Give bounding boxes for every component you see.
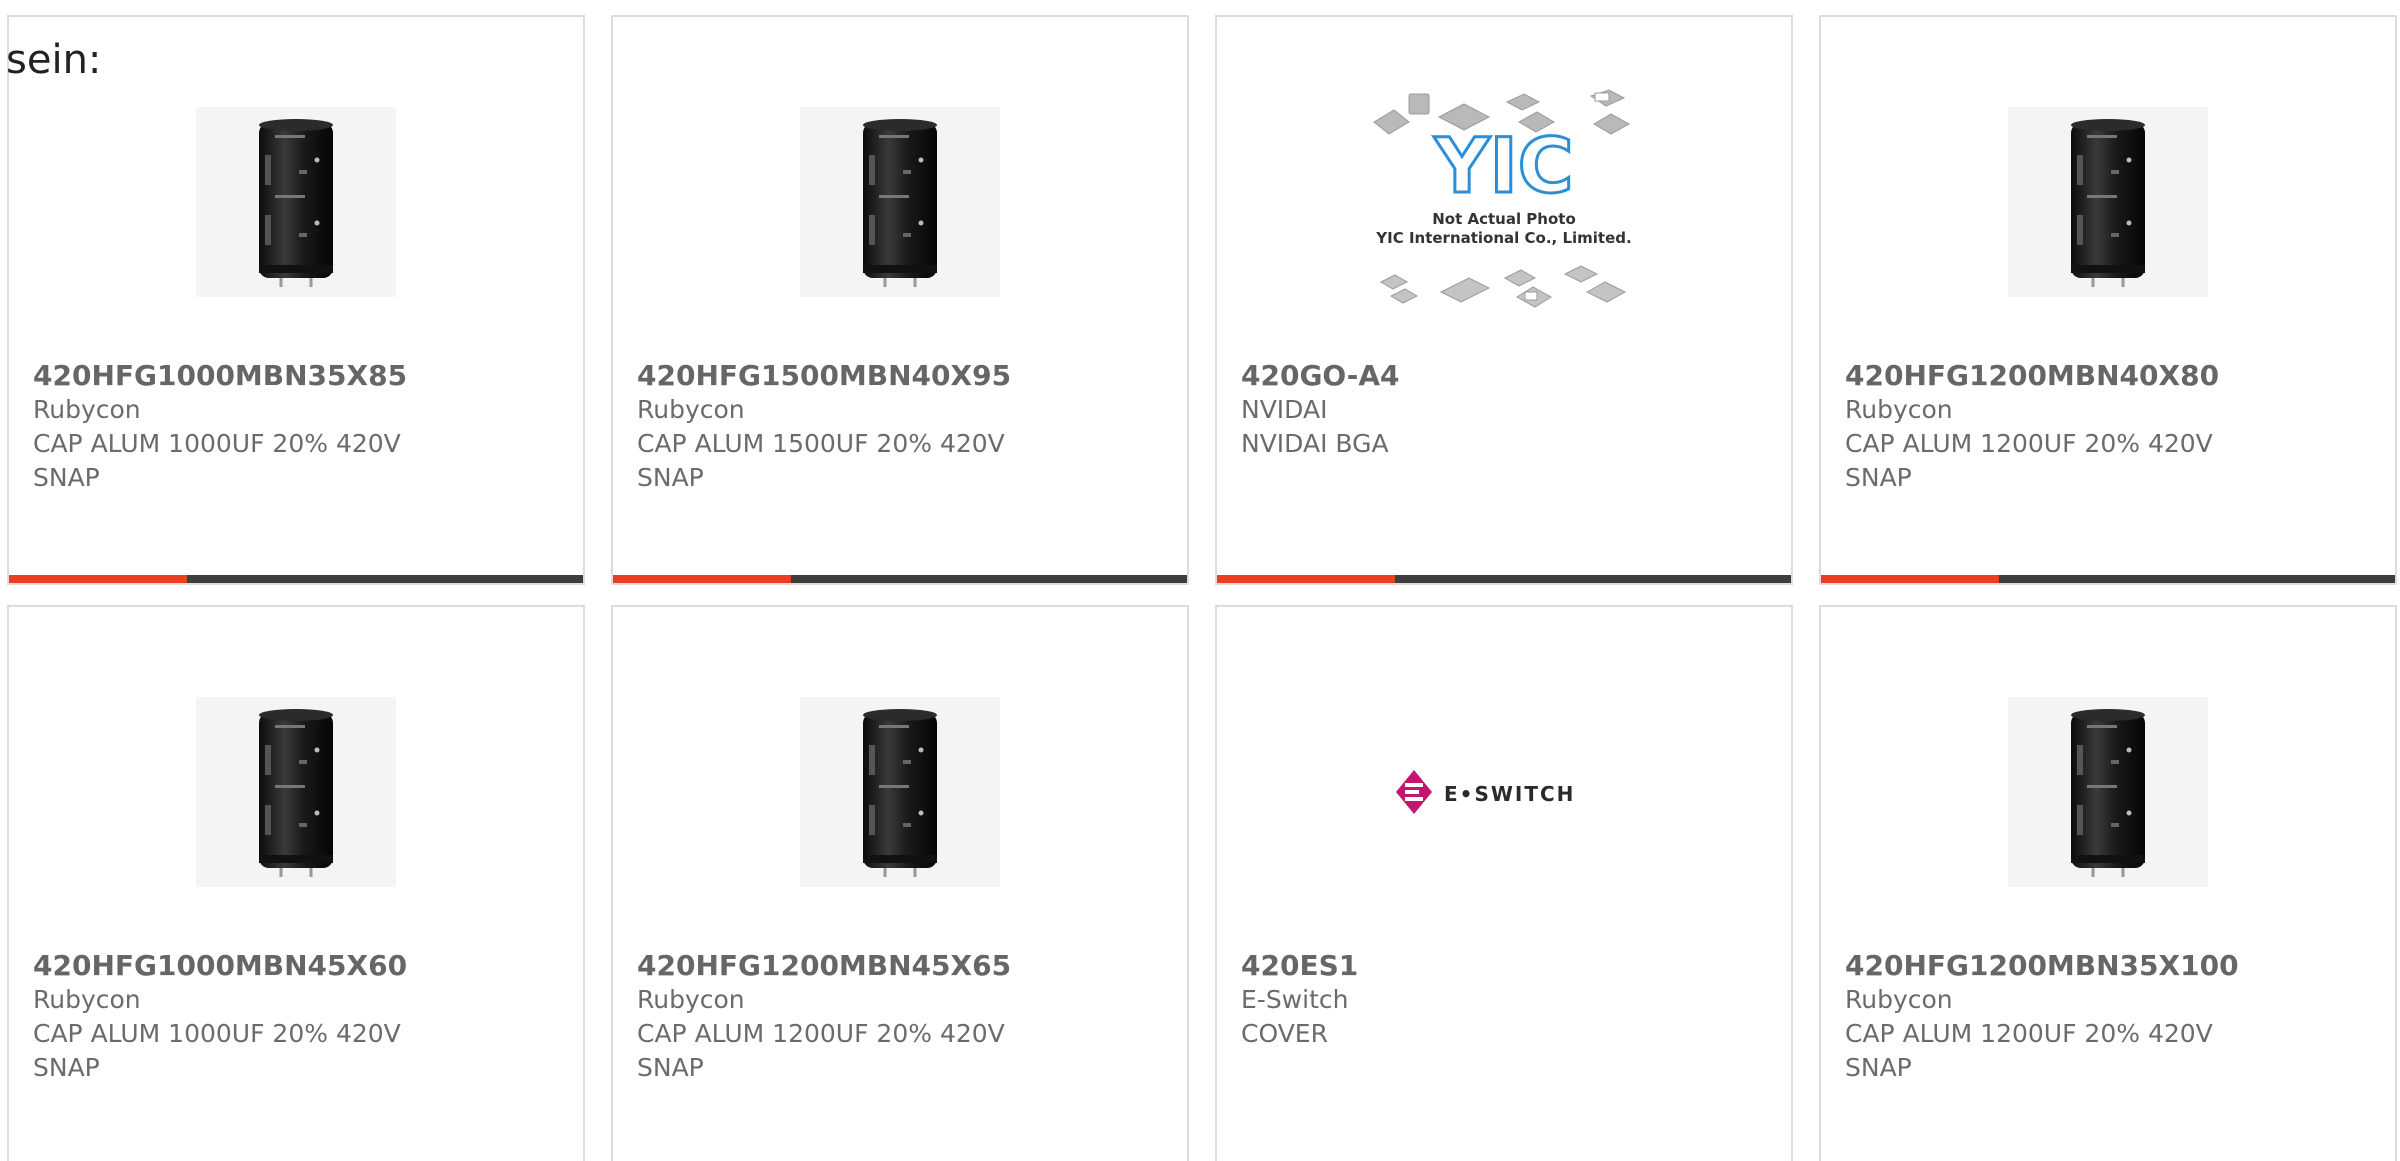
manufacturer-name: E-Switch xyxy=(1241,985,1349,1014)
part-number-link[interactable]: 420HFG1200MBN45X65 xyxy=(637,949,1163,983)
part-number-link[interactable]: 420HFG1200MBN40X80 xyxy=(1845,359,2371,393)
yic-caption-1: Not Actual Photo xyxy=(1432,210,1576,228)
progress-fill xyxy=(613,575,791,583)
product-card[interactable]: 420HFG1200MBN40X80 Rubycon CAP ALUM 1200… xyxy=(1819,15,2397,585)
product-grid: 420HFG1000MBN35X85 Rubycon CAP ALUM 1000… xyxy=(7,15,2400,1161)
product-image[interactable] xyxy=(9,87,583,317)
eswitch-logo-text: E•SWITCH xyxy=(1444,782,1575,806)
product-description: CAP ALUM 1000UF 20% 420V SNAP xyxy=(33,1019,401,1082)
product-grid-page: sein: 420HFG1000MBN35X85 Rubycon CAP ALU… xyxy=(0,0,2400,1161)
product-description: CAP ALUM 1500UF 20% 420V SNAP xyxy=(637,429,1005,492)
product-card[interactable]: 420HFG1000MBN45X60 Rubycon CAP ALUM 1000… xyxy=(7,605,585,1161)
product-image[interactable]: E•SWITCH xyxy=(1217,677,1791,907)
product-image[interactable] xyxy=(9,677,583,907)
product-card[interactable]: YIC Not Actual Photo YIC International C… xyxy=(1215,15,1793,585)
part-number-link[interactable]: 420HFG1000MBN45X60 xyxy=(33,949,559,983)
capacitor-photo xyxy=(2071,708,2145,877)
product-description: CAP ALUM 1000UF 20% 420V SNAP xyxy=(33,429,401,492)
manufacturer-name: NVIDAI xyxy=(1241,395,1328,424)
yic-caption-2: YIC International Co., Limited. xyxy=(1375,229,1631,247)
part-number-link[interactable]: 420HFG1000MBN35X85 xyxy=(33,359,559,393)
manufacturer-name: Rubycon xyxy=(33,395,141,424)
capacitor-photo xyxy=(259,118,333,287)
product-card[interactable]: 420HFG1500MBN40X95 Rubycon CAP ALUM 1500… xyxy=(611,15,1189,585)
yic-placeholder-image: YIC Not Actual Photo YIC International C… xyxy=(1373,89,1632,308)
product-card[interactable]: 420HFG1000MBN35X85 Rubycon CAP ALUM 1000… xyxy=(7,15,585,585)
manufacturer-name: Rubycon xyxy=(1845,395,1953,424)
progress-fill xyxy=(1217,575,1395,583)
manufacturer-name: Rubycon xyxy=(637,985,745,1014)
product-description: CAP ALUM 1200UF 20% 420V SNAP xyxy=(1845,429,2213,492)
capacitor-photo xyxy=(259,708,333,877)
product-card[interactable]: 420HFG1200MBN35X100 Rubycon CAP ALUM 120… xyxy=(1819,605,2397,1161)
product-description: CAP ALUM 1200UF 20% 420V SNAP xyxy=(1845,1019,2213,1082)
manufacturer-name: Rubycon xyxy=(33,985,141,1014)
manufacturer-name: Rubycon xyxy=(1845,985,1953,1014)
manufacturer-name: Rubycon xyxy=(637,395,745,424)
progress-bar xyxy=(1217,575,1791,583)
progress-bar xyxy=(1821,575,2395,583)
progress-bar xyxy=(9,575,583,583)
part-number-link[interactable]: 420ES1 xyxy=(1241,949,1767,983)
capacitor-photo xyxy=(2071,118,2145,287)
capacitor-photo xyxy=(863,708,937,877)
capacitor-photo xyxy=(863,118,937,287)
yic-logo-text: YIC xyxy=(1433,121,1573,210)
product-image[interactable]: YIC Not Actual Photo YIC International C… xyxy=(1217,87,1791,317)
progress-bar xyxy=(613,575,1187,583)
product-description: CAP ALUM 1200UF 20% 420V SNAP xyxy=(637,1019,1005,1082)
product-description: NVIDAI BGA xyxy=(1241,429,1389,458)
eswitch-logo-icon xyxy=(1396,770,1432,814)
eswitch-logo-image: E•SWITCH xyxy=(1396,770,1575,814)
part-number-link[interactable]: 420HFG1500MBN40X95 xyxy=(637,359,1163,393)
product-card[interactable]: 420HFG1200MBN45X65 Rubycon CAP ALUM 1200… xyxy=(611,605,1189,1161)
product-description: COVER xyxy=(1241,1019,1328,1048)
product-image[interactable] xyxy=(1821,87,2395,317)
product-card[interactable]: E•SWITCH 420ES1 E-Switch COVER xyxy=(1215,605,1793,1161)
product-image[interactable] xyxy=(1821,677,2395,907)
part-number-link[interactable]: 420GO-A4 xyxy=(1241,359,1767,393)
progress-fill xyxy=(9,575,187,583)
intro-text: sein: xyxy=(6,37,102,83)
part-number-link[interactable]: 420HFG1200MBN35X100 xyxy=(1845,949,2371,983)
progress-fill xyxy=(1821,575,1999,583)
product-image[interactable] xyxy=(613,677,1187,907)
product-image[interactable] xyxy=(613,87,1187,317)
